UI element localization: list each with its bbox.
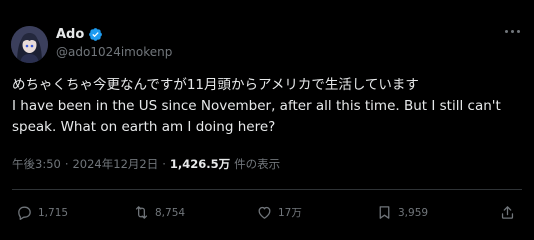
reply-count: 1,715 xyxy=(38,206,69,219)
display-name[interactable]: Ado xyxy=(56,27,84,42)
share-icon xyxy=(501,206,514,219)
bookmark-icon xyxy=(379,206,390,219)
avatar[interactable] xyxy=(11,26,48,63)
more-options-icon[interactable] xyxy=(505,30,520,33)
bookmark-count: 3,959 xyxy=(398,206,429,219)
divider xyxy=(12,189,522,190)
like-button[interactable]: 17万 xyxy=(256,204,302,221)
tweet-card: Ado @ado1024imokenp めちゃくちゃ今更なんですが11月頭からア… xyxy=(0,0,534,240)
view-count-suffix: 件の表示 xyxy=(234,157,281,171)
meta-separator: · xyxy=(64,157,69,171)
tweet-text-translation-line-1: I have been in the US since November, af… xyxy=(12,98,501,114)
post-time[interactable]: 午後3:50 xyxy=(12,156,61,172)
tweet-text: めちゃくちゃ今更なんですが11月頭からアメリカで生活しています I have b… xyxy=(12,75,524,138)
view-count: 1,426.5万 xyxy=(169,157,231,171)
repost-button[interactable]: 8,754 xyxy=(133,204,185,221)
like-count: 17万 xyxy=(278,207,302,219)
tweet-meta: 午後3:50 · 2024年12月2日 · 1,426.5万 件の表示 xyxy=(12,156,280,172)
tweet-text-japanese: めちゃくちゃ今更なんですが11月頭からアメリカで生活しています xyxy=(12,77,419,93)
post-date[interactable]: 2024年12月2日 xyxy=(72,156,158,172)
repost-icon xyxy=(135,206,148,219)
user-handle[interactable]: @ado1024imokenp xyxy=(56,45,172,59)
tweet-text-translation-line-2: speak. What on earth am I doing here? xyxy=(12,119,276,135)
share-button[interactable] xyxy=(499,204,516,221)
reply-button[interactable]: 1,715 xyxy=(16,204,68,221)
meta-separator-2: · xyxy=(162,157,166,171)
repost-count: 8,754 xyxy=(155,206,186,219)
verified-badge-icon xyxy=(88,27,103,42)
reply-icon xyxy=(18,206,31,220)
heart-icon xyxy=(258,206,271,219)
action-bar: 1,715 8,754 17万 3,959 xyxy=(12,204,522,224)
author-name-row: Ado xyxy=(56,27,103,42)
bookmark-button[interactable]: 3,959 xyxy=(376,204,428,221)
